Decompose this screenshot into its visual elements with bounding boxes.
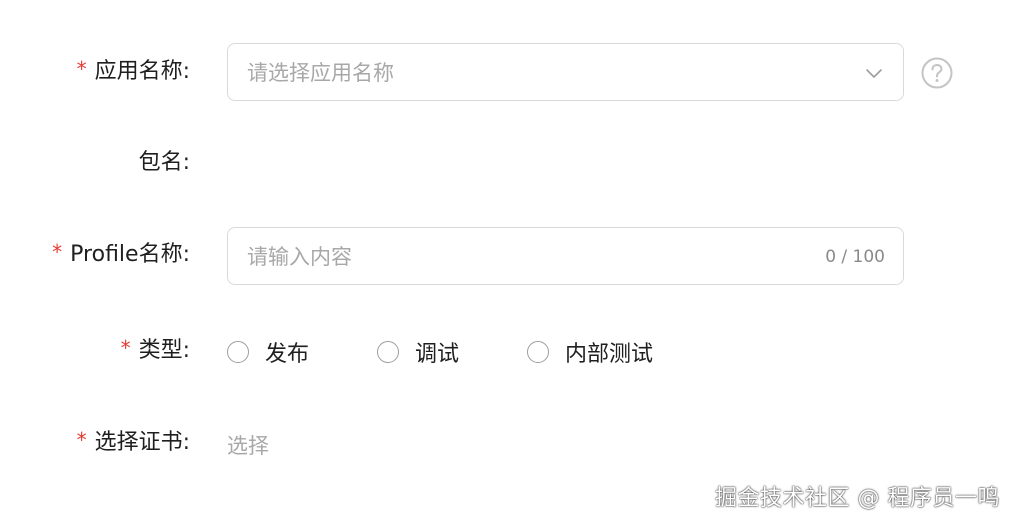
radio-circle[interactable]: [527, 341, 550, 363]
form-row-type: * 类型: 发布 调试 内部测试: [0, 322, 1016, 382]
certificate-label-text: 选择证书:: [94, 430, 190, 455]
package-name-label: 包名:: [138, 150, 190, 175]
profile-name-label-text: Profile名称:: [70, 242, 190, 267]
form-row-app-name: * 应用名称: 请选择应用名称: [0, 43, 1016, 103]
app-name-label: * 应用名称:: [77, 43, 190, 103]
app-name-label-text: 应用名称:: [94, 59, 190, 84]
required-mark: *: [76, 57, 87, 81]
radio-label: 调试: [415, 342, 460, 367]
radio-internal-test[interactable]: 内部测试: [527, 336, 653, 368]
form-row-profile-name: * Profile名称: 请输入内容 0 / 100: [0, 226, 1016, 286]
select-certificate-link[interactable]: 选择: [227, 416, 269, 476]
radio-release[interactable]: 发布: [227, 336, 309, 368]
required-mark: *: [76, 428, 87, 452]
required-mark: *: [52, 240, 63, 264]
radio-label: 发布: [265, 342, 310, 367]
radio-debug[interactable]: 调试: [377, 336, 459, 368]
required-mark: *: [120, 336, 131, 360]
radio-circle[interactable]: [227, 341, 249, 363]
question-circle-icon[interactable]: [921, 57, 953, 89]
profile-name-label: * Profile名称:: [52, 226, 190, 286]
type-radio-group: 发布 调试 内部测试: [227, 322, 721, 382]
char-counter: 0 / 100: [825, 247, 885, 267]
app-name-placeholder: 请选择应用名称: [247, 61, 394, 85]
type-label-text: 类型:: [138, 338, 190, 363]
watermark: 掘金技术社区 @ 程序员一鸣: [715, 486, 1000, 511]
form-row-certificate: * 选择证书: 选择: [0, 414, 1016, 474]
profile-name-placeholder: 请输入内容: [247, 245, 352, 269]
type-label: * 类型:: [121, 322, 190, 382]
profile-name-input[interactable]: 请输入内容 0 / 100: [227, 227, 904, 285]
radio-label: 内部测试: [565, 342, 654, 367]
form-row-package-name: 包名:: [0, 135, 1016, 195]
radio-circle[interactable]: [377, 341, 400, 363]
chevron-down-icon[interactable]: [865, 64, 883, 82]
certificate-label: * 选择证书:: [77, 414, 190, 474]
app-name-select[interactable]: 请选择应用名称: [227, 43, 904, 101]
